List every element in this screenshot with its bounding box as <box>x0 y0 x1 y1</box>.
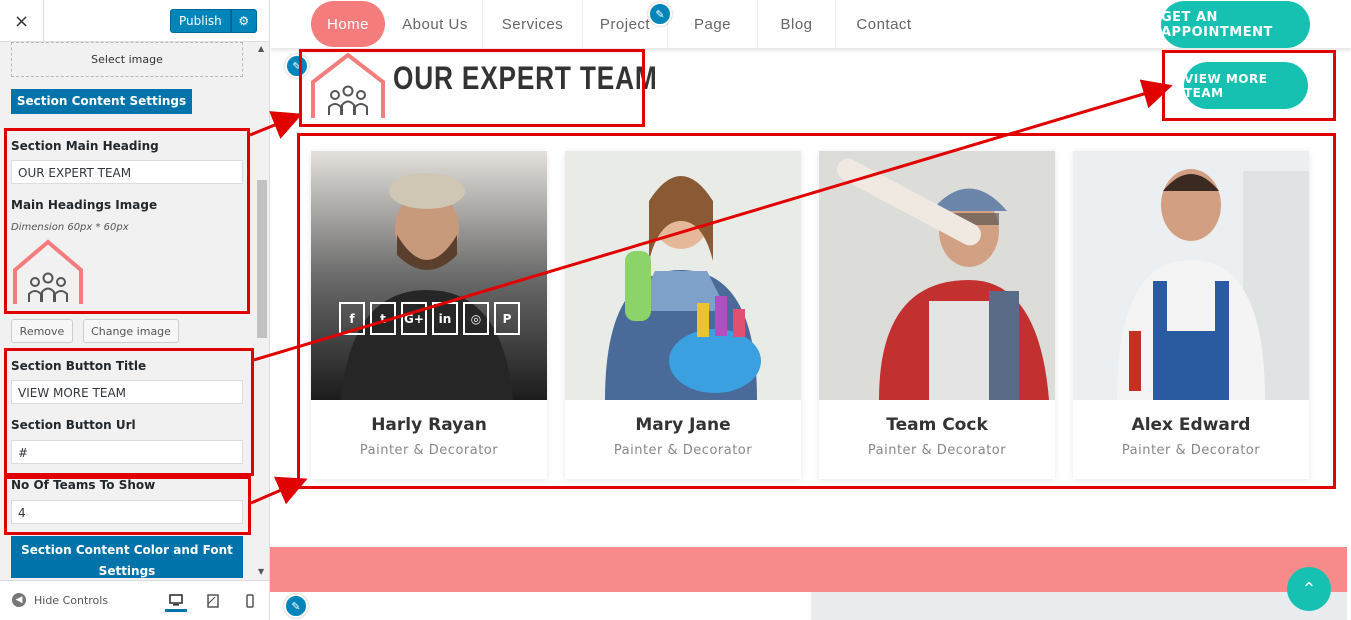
google-plus-icon[interactable]: G+ <box>401 302 427 335</box>
gear-icon[interactable]: ⚙ <box>230 9 257 33</box>
publish-group: Publish ⚙ <box>170 9 257 33</box>
team-card[interactable]: Team Cock Painter & Decorator <box>819 151 1055 479</box>
section-heading: OUR EXPERT TEAM <box>393 60 658 96</box>
team-card[interactable]: f t G+ in ◎ P Harly Rayan Painter & Deco… <box>311 151 547 479</box>
color-font-settings-header[interactable]: Section Content Color and Font Settings <box>11 536 243 578</box>
nav-about-us[interactable]: About Us <box>388 0 483 48</box>
headings-image-label: Main Headings Image <box>11 198 158 212</box>
team-photo <box>1073 151 1309 400</box>
button-url-label: Section Button Url <box>11 418 136 432</box>
nav-blog[interactable]: Blog <box>758 0 836 48</box>
heading-image-preview <box>13 239 83 304</box>
get-appointment-button[interactable]: GET AN APPOINTMENT <box>1161 1 1310 48</box>
team-member-role: Painter & Decorator <box>359 443 499 458</box>
team-member-role: Painter & Decorator <box>1121 443 1261 458</box>
site-navbar: Home About Us Services Project Page Blog… <box>270 0 1351 48</box>
main-heading-input[interactable]: OUR EXPERT TEAM <box>11 160 243 184</box>
hide-controls-label: Hide Controls <box>34 593 109 607</box>
customizer-sidebar: × Publish ⚙ Select image Section Content… <box>0 0 270 620</box>
remove-image-button[interactable]: Remove <box>11 319 73 343</box>
scroll-to-top-button[interactable]: ⌃ <box>1287 567 1331 611</box>
team-card[interactable]: Mary Jane Painter & Decorator <box>565 151 801 479</box>
pinterest-icon[interactable]: P <box>494 302 520 335</box>
social-icons: f t G+ in ◎ P <box>339 302 520 335</box>
mobile-icon[interactable] <box>239 590 261 612</box>
next-section-image <box>811 592 1347 620</box>
nav-services[interactable]: Services <box>483 0 583 48</box>
button-title-label: Section Button Title <box>11 359 147 373</box>
publish-button[interactable]: Publish <box>170 9 231 33</box>
team-member-name[interactable]: Mary Jane <box>565 415 801 435</box>
team-photo <box>565 151 801 400</box>
close-icon[interactable]: × <box>0 0 44 42</box>
teams-count-label: No Of Teams To Show <box>11 478 156 492</box>
team-heading-icon <box>311 52 385 118</box>
scroll-up-icon[interactable]: ▲ <box>258 44 264 53</box>
twitter-icon[interactable]: t <box>370 302 396 335</box>
team-member-role: Painter & Decorator <box>867 443 1007 458</box>
button-title-input[interactable]: VIEW MORE TEAM <box>11 380 243 404</box>
button-url-input[interactable]: # <box>11 440 243 464</box>
customizer-header: × Publish ⚙ <box>0 0 269 42</box>
team-member-role: Painter & Decorator <box>613 443 753 458</box>
scroll-down-icon[interactable]: ▼ <box>258 567 264 576</box>
hide-controls-button[interactable]: ◀ Hide Controls <box>12 593 108 607</box>
team-member-name[interactable]: Team Cock <box>819 415 1055 435</box>
tablet-icon[interactable] <box>202 590 224 612</box>
scrollbar-thumb[interactable] <box>257 180 267 338</box>
next-section-banner <box>270 547 1347 620</box>
facebook-icon[interactable]: f <box>339 302 365 335</box>
customizer-footer: ◀ Hide Controls <box>0 580 269 620</box>
nav-contact[interactable]: Contact <box>836 0 932 48</box>
edit-pencil-icon[interactable]: ✎ <box>285 54 309 78</box>
edit-pencil-icon[interactable]: ✎ <box>284 594 308 618</box>
desktop-icon[interactable] <box>165 590 187 612</box>
change-image-button[interactable]: Change image <box>83 319 179 343</box>
customizer-controls: Select image Section Content Settings Se… <box>0 42 255 578</box>
instagram-icon[interactable]: ◎ <box>463 302 489 335</box>
site-preview: Home About Us Services Project Page Blog… <box>270 0 1351 620</box>
main-heading-label: Section Main Heading <box>11 139 159 153</box>
select-image-button[interactable]: Select image <box>11 42 243 77</box>
sidebar-scrollbar[interactable]: ▲ ▼ <box>255 42 269 578</box>
section-content-settings-header[interactable]: Section Content Settings <box>11 89 192 114</box>
view-more-team-button[interactable]: VIEW MORE TEAM <box>1184 62 1308 109</box>
team-card[interactable]: Alex Edward Painter & Decorator <box>1073 151 1309 479</box>
linkedin-icon[interactable]: in <box>432 302 458 335</box>
nav-page[interactable]: Page <box>668 0 758 48</box>
team-member-name[interactable]: Harly Rayan <box>311 415 547 435</box>
nav-home[interactable]: Home <box>311 1 385 47</box>
next-section-content <box>270 592 811 620</box>
collapse-icon: ◀ <box>12 593 26 607</box>
teams-count-input[interactable]: 4 <box>11 500 243 524</box>
edit-pencil-icon[interactable]: ✎ <box>648 2 672 26</box>
team-photo <box>819 151 1055 400</box>
team-photo <box>311 151 547 400</box>
dimension-description: Dimension 60px * 60px <box>11 222 129 233</box>
team-member-name[interactable]: Alex Edward <box>1073 415 1309 435</box>
